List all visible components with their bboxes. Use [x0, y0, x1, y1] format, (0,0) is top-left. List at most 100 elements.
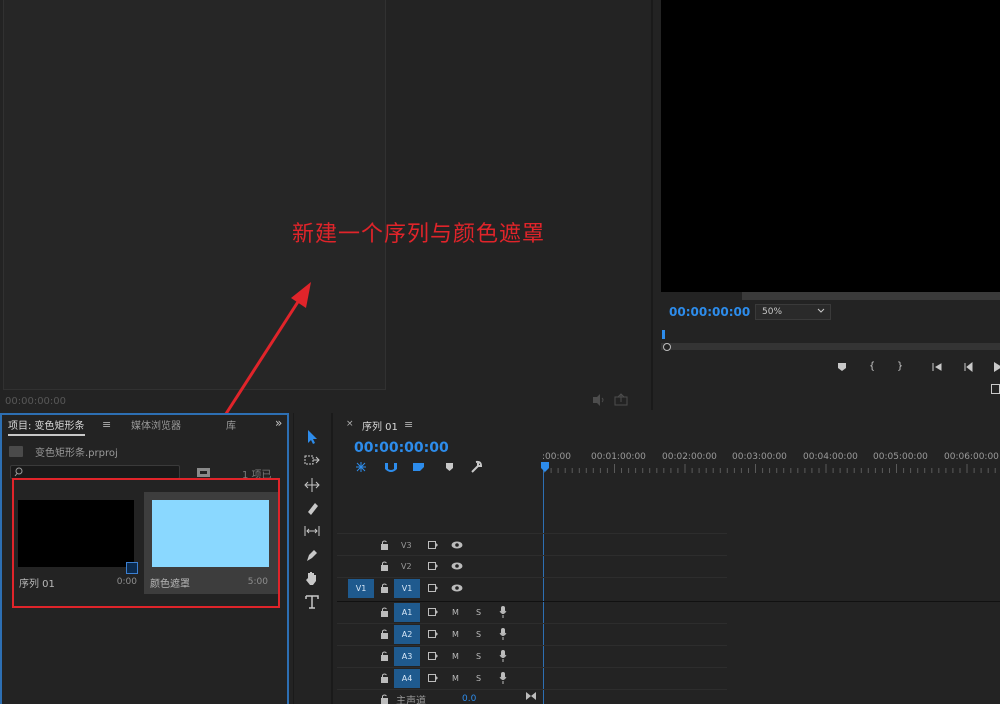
project-file-icon — [9, 446, 23, 457]
sync-lock-icon[interactable] — [428, 584, 438, 592]
track-select-tool-icon[interactable] — [303, 452, 321, 470]
track-a1[interactable]: A1 M S — [337, 602, 1000, 623]
ruler-label: 00:02:00:00 — [662, 452, 717, 462]
go-to-in-icon[interactable] — [930, 360, 944, 374]
export-frame-icon[interactable] — [614, 393, 628, 406]
source-monitor-icons — [591, 393, 631, 407]
camera-icon[interactable] — [991, 384, 1000, 394]
play-icon[interactable] — [990, 360, 1000, 374]
ruler-label: 00:05:00:00 — [873, 452, 928, 462]
track-a2[interactable]: A2 M S — [337, 624, 1000, 645]
lock-icon[interactable] — [380, 561, 389, 571]
zoom-select[interactable]: 50% — [755, 304, 831, 320]
lock-icon[interactable] — [380, 607, 389, 617]
solo-toggle[interactable]: S — [476, 674, 481, 683]
sync-lock-icon[interactable] — [428, 541, 438, 549]
audio-wave-icon[interactable] — [593, 394, 604, 406]
panel-menu-icon[interactable]: ≡ — [102, 418, 111, 431]
nest-icon[interactable] — [356, 462, 366, 472]
tab-media-browser[interactable]: 媒体浏览器 — [131, 417, 181, 432]
type-tool-icon[interactable] — [303, 593, 321, 611]
microphone-icon[interactable] — [499, 628, 507, 640]
source-timecode[interactable]: 00:00:00:00 — [5, 396, 66, 407]
tab-project[interactable]: 项目: 变色矩形条 — [8, 417, 85, 436]
microphone-icon[interactable] — [499, 650, 507, 662]
razor-tool-icon[interactable] — [303, 499, 321, 517]
track-target-a3[interactable]: A3 — [394, 647, 420, 666]
mark-out-icon[interactable]: } — [893, 360, 907, 374]
master-volume-value[interactable]: 0.0 — [462, 694, 476, 704]
track-divider — [337, 689, 727, 690]
mute-toggle[interactable]: M — [452, 630, 459, 639]
wrench-icon[interactable] — [471, 460, 483, 473]
solo-toggle[interactable]: S — [476, 630, 481, 639]
mute-toggle[interactable]: M — [452, 674, 459, 683]
track-name: V3 — [401, 541, 412, 550]
eye-icon[interactable] — [451, 562, 463, 570]
sync-lock-icon[interactable] — [428, 630, 438, 638]
ruler-label: 00:01:00:00 — [591, 452, 646, 462]
mark-in-icon[interactable]: { — [865, 360, 879, 374]
lock-icon[interactable] — [380, 583, 389, 593]
program-scrollbar[interactable] — [742, 292, 1000, 300]
microphone-icon[interactable] — [499, 672, 507, 684]
eye-icon[interactable] — [451, 541, 463, 549]
lock-icon[interactable] — [380, 629, 389, 639]
add-marker-icon[interactable] — [446, 463, 453, 471]
ruler-label: 00:06:00:00 — [944, 452, 999, 462]
sync-lock-icon[interactable] — [428, 562, 438, 570]
tab-sequence[interactable]: 序列 01 — [362, 418, 398, 433]
lock-icon[interactable] — [380, 651, 389, 661]
program-monitor-viewer[interactable] — [661, 0, 1000, 292]
mute-toggle[interactable]: M — [452, 652, 459, 661]
linked-selection-icon[interactable] — [413, 463, 424, 471]
program-timecode[interactable]: 00:00:00:00 — [669, 305, 750, 319]
slip-tool-icon[interactable] — [303, 522, 321, 540]
step-back-icon[interactable] — [961, 360, 975, 374]
track-v3[interactable]: V3 — [337, 535, 1000, 556]
track-target-a2[interactable]: A2 — [394, 625, 420, 644]
project-search-input[interactable] — [10, 465, 180, 479]
track-name: V2 — [401, 562, 412, 571]
lock-icon[interactable] — [380, 673, 389, 683]
add-marker-icon[interactable] — [835, 360, 849, 374]
timeline-time-ruler[interactable]: :00:00 00:01:00:00 00:02:00:00 00:03:00:… — [540, 446, 1000, 476]
source-patch-v1[interactable]: V1 — [348, 579, 374, 598]
mute-toggle[interactable]: M — [452, 608, 459, 617]
solo-toggle[interactable]: S — [476, 608, 481, 617]
new-bin-icon[interactable] — [197, 467, 211, 478]
program-playhead[interactable] — [660, 330, 672, 352]
sync-lock-icon[interactable] — [428, 674, 438, 682]
eye-icon[interactable] — [451, 584, 463, 592]
search-icon — [14, 467, 23, 477]
snap-icon[interactable] — [385, 463, 397, 472]
annotation-highlight-box — [12, 478, 280, 608]
lock-icon[interactable] — [380, 694, 389, 704]
close-tab-icon[interactable]: × — [346, 419, 354, 429]
track-target-a4[interactable]: A4 — [394, 669, 420, 688]
track-v2[interactable]: V2 — [337, 556, 1000, 577]
tab-libraries[interactable]: 库 — [226, 417, 236, 432]
timeline-playhead[interactable] — [541, 462, 549, 472]
chevron-down-icon — [817, 308, 825, 313]
hand-tool-icon[interactable] — [303, 569, 321, 587]
sync-lock-icon[interactable] — [428, 652, 438, 660]
expand-panels-icon[interactable]: » — [275, 416, 282, 430]
go-to-end-icon[interactable] — [525, 691, 537, 701]
selection-tool-icon[interactable] — [303, 428, 321, 446]
track-target-a1[interactable]: A1 — [394, 603, 420, 622]
sync-lock-icon[interactable] — [428, 608, 438, 616]
pen-tool-icon[interactable] — [303, 546, 321, 564]
timeline-timecode[interactable]: 00:00:00:00 — [354, 440, 449, 456]
microphone-icon[interactable] — [499, 606, 507, 618]
panel-menu-icon[interactable]: ≡ — [404, 418, 413, 431]
program-time-ruler[interactable] — [661, 343, 1000, 350]
track-a3[interactable]: A3 M S — [337, 646, 1000, 667]
lock-icon[interactable] — [380, 540, 389, 550]
solo-toggle[interactable]: S — [476, 652, 481, 661]
track-v1[interactable]: V1 V1 — [337, 578, 1000, 599]
project-filename: 变色矩形条.prproj — [35, 448, 118, 459]
ripple-edit-tool-icon[interactable] — [303, 476, 321, 494]
track-a4[interactable]: A4 M S — [337, 668, 1000, 689]
track-target-v1[interactable]: V1 — [394, 579, 420, 598]
